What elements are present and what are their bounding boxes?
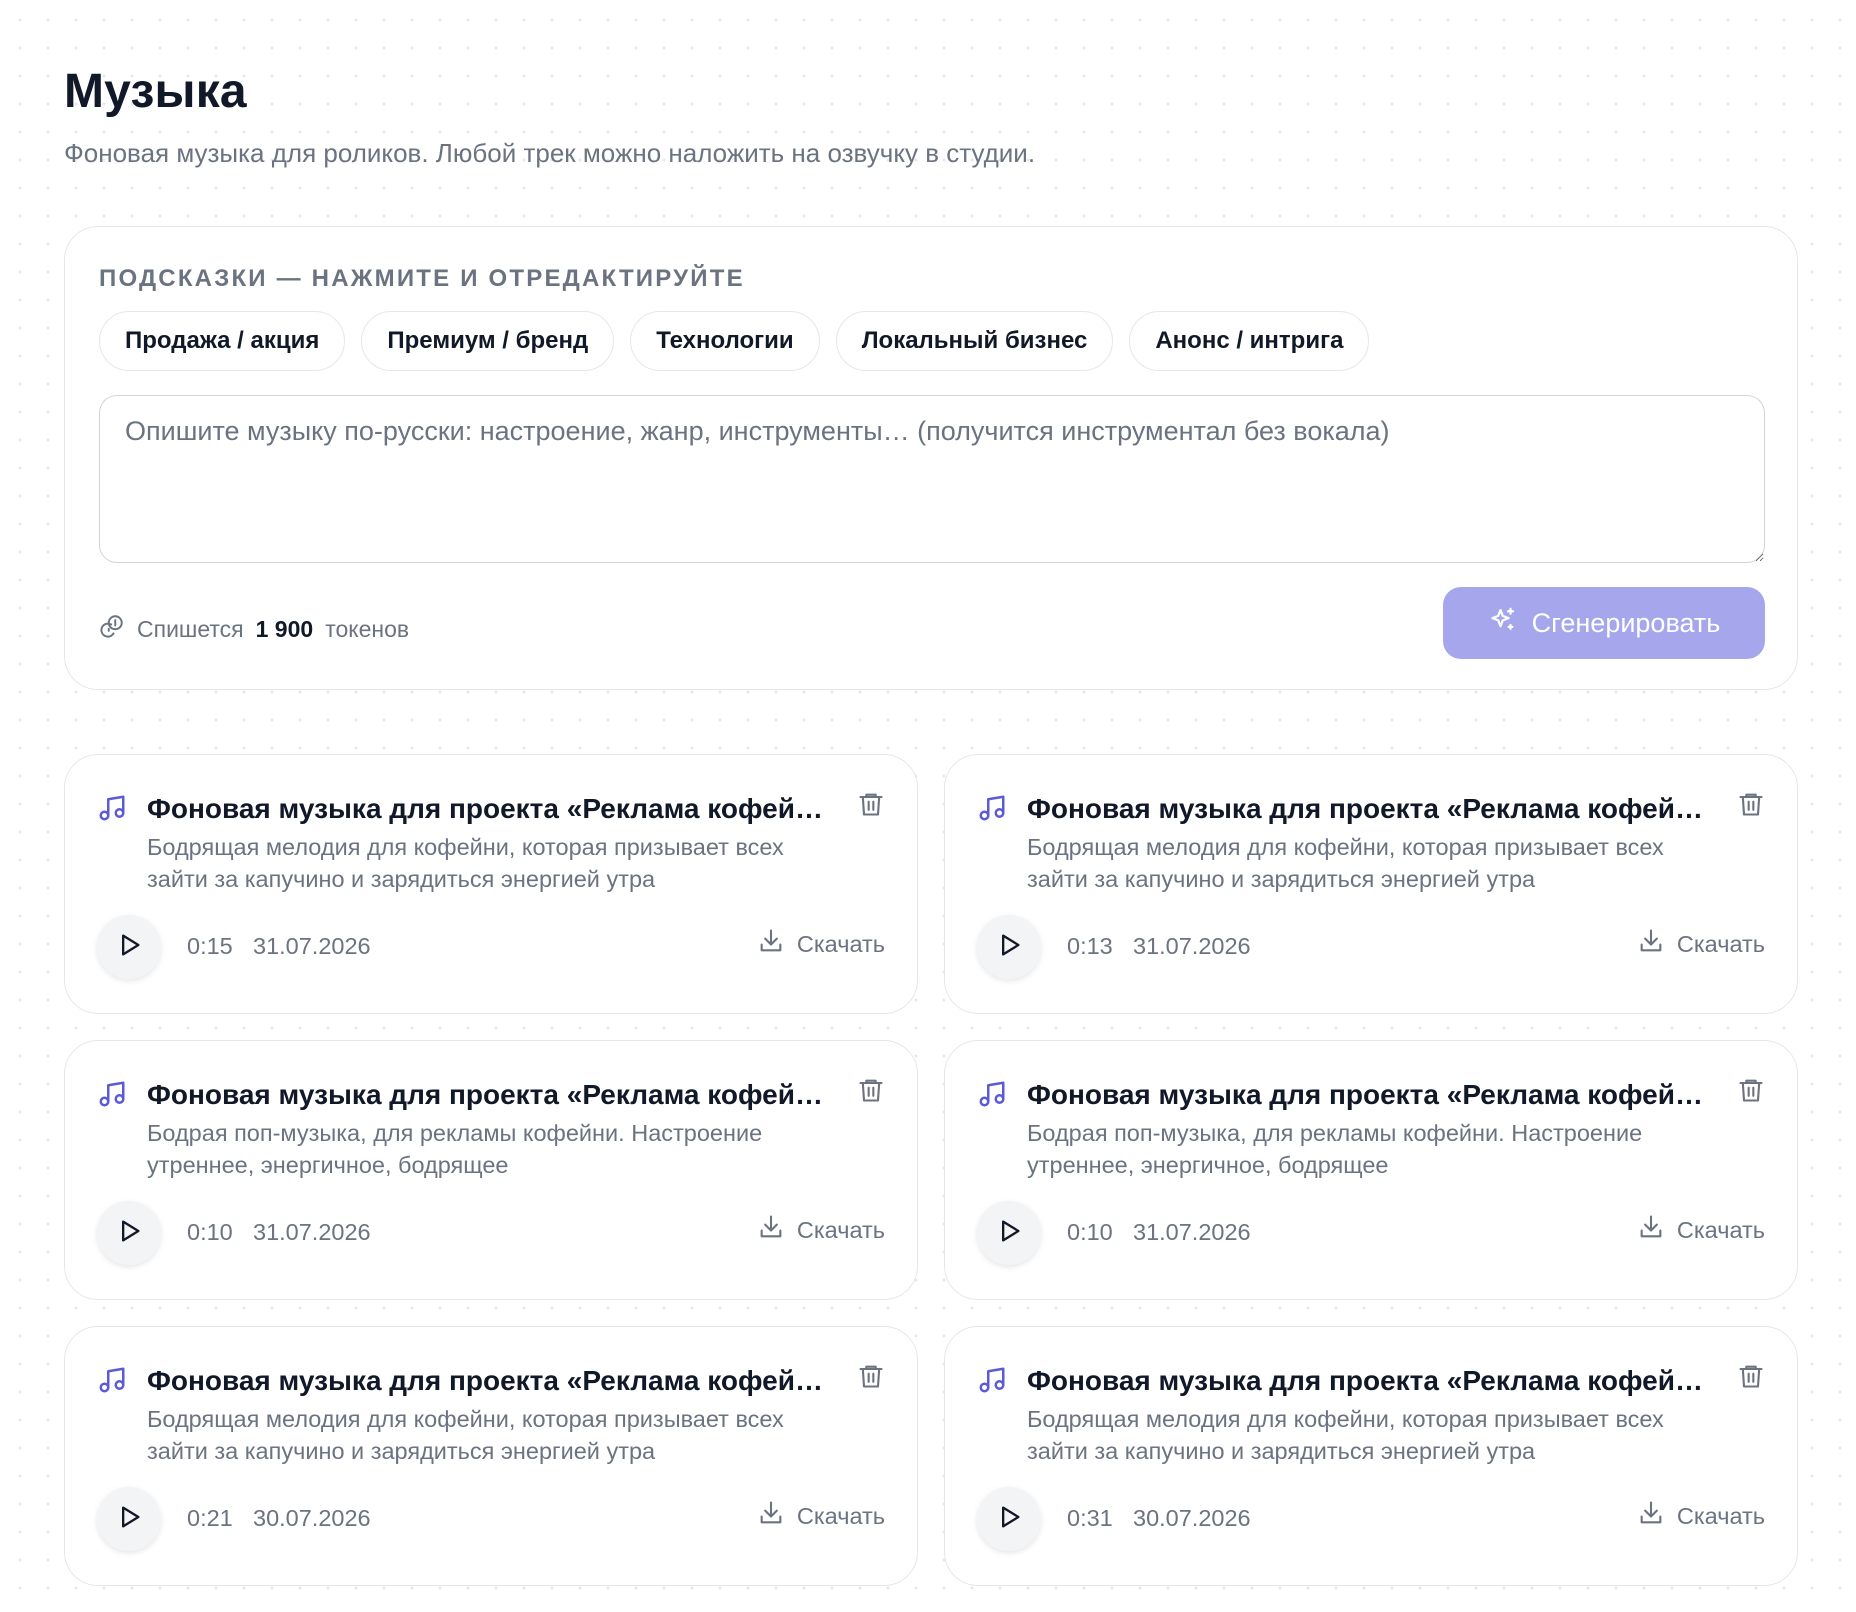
music-prompt-input[interactable] (99, 395, 1765, 563)
hint-chip-premium[interactable]: Премиум / бренд (361, 311, 615, 371)
download-button[interactable]: Скачать (1637, 927, 1765, 961)
page-title: Музыка (64, 65, 247, 118)
play-button[interactable] (977, 1487, 1041, 1551)
play-button[interactable] (977, 915, 1041, 979)
track-title: Фоновая музыка для проекта «Реклама кофе… (147, 793, 837, 824)
play-icon (115, 1503, 143, 1536)
track-date: 30.07.2026 (253, 1505, 371, 1531)
download-icon (757, 1213, 785, 1247)
track-title: Фоновая музыка для проекта «Реклама кофе… (147, 1079, 837, 1110)
hints-list: Продажа / акция Премиум / бренд Технолог… (99, 311, 1370, 371)
hint-chip-tech[interactable]: Технологии (630, 311, 820, 371)
track-date: 31.07.2026 (253, 933, 371, 959)
music-note-icon (977, 793, 1007, 828)
track-description: Бодрящая мелодия для кофейни, которая пр… (1027, 834, 1664, 892)
play-icon (995, 1503, 1023, 1536)
track-description: Бодрая поп-музыка, для рекламы кофейни. … (147, 1120, 763, 1178)
download-label: Скачать (1676, 930, 1765, 957)
cost-suffix: токенов (325, 615, 410, 642)
play-icon (115, 931, 143, 964)
music-note-icon (97, 793, 127, 828)
music-note-icon (977, 1079, 1007, 1114)
track-card: Фоновая музыка для проекта «Реклама кофе… (944, 1326, 1798, 1586)
download-label: Скачать (796, 930, 885, 957)
track-duration: 0:10 (187, 1219, 233, 1245)
sparkles-icon (1488, 605, 1518, 642)
trash-icon[interactable] (857, 789, 885, 824)
hints-label: ПОДСКАЗКИ — НАЖМИТЕ И ОТРЕДАКТИРУЙТЕ (99, 265, 745, 292)
download-icon (1637, 1499, 1665, 1533)
hint-chip-local-business[interactable]: Локальный бизнес (835, 311, 1114, 371)
track-description: Бодрящая мелодия для кофейни, которая пр… (147, 834, 784, 892)
download-button[interactable]: Скачать (757, 1499, 885, 1533)
generate-label: Сгенерировать (1531, 607, 1721, 638)
track-duration: 0:15 (187, 933, 233, 959)
track-date: 30.07.2026 (1133, 1505, 1251, 1531)
music-note-icon (97, 1365, 127, 1400)
hint-chip-announcement[interactable]: Анонс / интрига (1129, 311, 1370, 371)
track-title: Фоновая музыка для проекта «Реклама кофе… (1027, 793, 1717, 824)
track-title: Фоновая музыка для проекта «Реклама кофе… (147, 1365, 837, 1396)
generator-panel: ПОДСКАЗКИ — НАЖМИТЕ И ОТРЕДАКТИРУЙТЕ Про… (64, 226, 1798, 690)
token-cost: Спишется 1 900 токенов (99, 613, 409, 645)
track-card: Фоновая музыка для проекта «Реклама кофе… (64, 1326, 918, 1586)
track-duration: 0:31 (1067, 1505, 1113, 1531)
page-subtitle: Фоновая музыка для роликов. Любой трек м… (64, 138, 1036, 168)
download-icon (757, 1499, 785, 1533)
download-label: Скачать (1676, 1216, 1765, 1243)
trash-icon[interactable] (857, 1361, 885, 1396)
track-date: 31.07.2026 (1133, 1219, 1251, 1245)
play-button[interactable] (977, 1201, 1041, 1265)
download-icon (1637, 1213, 1665, 1247)
track-description: Бодрая поп-музыка, для рекламы кофейни. … (1027, 1120, 1643, 1178)
track-date: 31.07.2026 (253, 1219, 371, 1245)
download-button[interactable]: Скачать (757, 1213, 885, 1247)
trash-icon[interactable] (857, 1075, 885, 1110)
track-card: Фоновая музыка для проекта «Реклама кофе… (944, 754, 1798, 1014)
download-icon (757, 927, 785, 961)
cost-prefix: Спишется (137, 615, 244, 642)
generate-button[interactable]: Сгенерировать (1443, 587, 1765, 659)
music-note-icon (97, 1079, 127, 1114)
track-date: 31.07.2026 (1133, 933, 1251, 959)
play-icon (115, 1217, 143, 1250)
track-title: Фоновая музыка для проекта «Реклама кофе… (1027, 1079, 1717, 1110)
tracks-grid: Фоновая музыка для проекта «Реклама кофе… (64, 754, 1798, 1586)
download-label: Скачать (796, 1502, 885, 1529)
track-title: Фоновая музыка для проекта «Реклама кофе… (1027, 1365, 1717, 1396)
trash-icon[interactable] (1737, 1075, 1765, 1110)
download-label: Скачать (796, 1216, 885, 1243)
play-icon (995, 1217, 1023, 1250)
track-duration: 0:21 (187, 1505, 233, 1531)
download-button[interactable]: Скачать (1637, 1213, 1765, 1247)
trash-icon[interactable] (1737, 1361, 1765, 1396)
hint-chip-sale[interactable]: Продажа / акция (99, 311, 346, 371)
track-duration: 0:13 (1067, 933, 1113, 959)
cost-amount: 1 900 (255, 615, 314, 642)
play-button[interactable] (97, 915, 161, 979)
track-duration: 0:10 (1067, 1219, 1113, 1245)
music-page: Музыка Фоновая музыка для роликов. Любой… (64, 62, 1798, 1586)
play-icon (995, 931, 1023, 964)
track-card: Фоновая музыка для проекта «Реклама кофе… (64, 754, 918, 1014)
play-button[interactable] (97, 1201, 161, 1265)
play-button[interactable] (97, 1487, 161, 1551)
coins-icon (99, 613, 137, 645)
download-button[interactable]: Скачать (1637, 1499, 1765, 1533)
download-button[interactable]: Скачать (757, 927, 885, 961)
track-description: Бодрящая мелодия для кофейни, которая пр… (1027, 1406, 1664, 1464)
track-description: Бодрящая мелодия для кофейни, которая пр… (147, 1406, 784, 1464)
download-label: Скачать (1676, 1502, 1765, 1529)
track-card: Фоновая музыка для проекта «Реклама кофе… (64, 1040, 918, 1300)
trash-icon[interactable] (1737, 789, 1765, 824)
track-card: Фоновая музыка для проекта «Реклама кофе… (944, 1040, 1798, 1300)
music-note-icon (977, 1365, 1007, 1400)
download-icon (1637, 927, 1665, 961)
